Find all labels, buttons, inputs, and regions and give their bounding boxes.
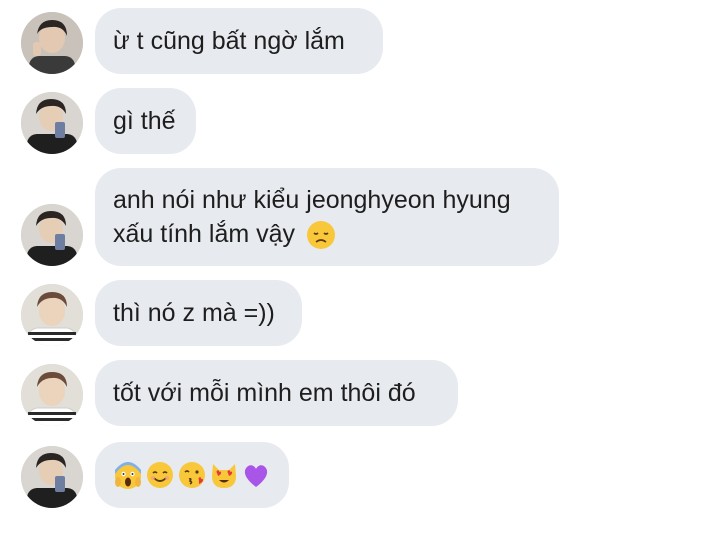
profile-photo-icon: [21, 92, 83, 154]
profile-photo-icon: [21, 284, 83, 346]
emoji-row: [113, 460, 271, 490]
profile-photo-icon: [21, 12, 83, 74]
avatar[interactable]: [21, 284, 83, 346]
message-bubble[interactable]: ừ t cũng bất ngờ lắm: [95, 8, 383, 74]
profile-photo-icon: [21, 204, 83, 266]
avatar[interactable]: [21, 446, 83, 508]
kissing-face-icon: [179, 462, 205, 488]
message-bubble[interactable]: gì thế: [95, 88, 196, 154]
heart-eyes-cat-icon: [212, 464, 236, 488]
avatar[interactable]: [21, 92, 83, 154]
avatar[interactable]: [21, 204, 83, 266]
smiling-face-icon: [147, 462, 173, 488]
profile-photo-icon: [21, 446, 83, 508]
message-text: xấu tính lắm vậy: [113, 220, 296, 248]
purple-heart-icon: [244, 465, 268, 487]
message-bubble[interactable]: thì nó z mà =)): [95, 280, 302, 346]
message-bubble[interactable]: tốt với mỗi mình em thôi đó: [95, 360, 458, 426]
message-text: thì nó z mà =)): [113, 299, 275, 327]
screaming-face-icon: [115, 462, 141, 489]
message-text: gì thế: [113, 107, 176, 135]
message-text: ừ t cũng bất ngờ lắm: [113, 27, 345, 55]
disappointed-face-icon: [306, 221, 335, 250]
message-text: tốt với mỗi mình em thôi đó: [113, 379, 416, 407]
avatar[interactable]: [21, 364, 83, 426]
message-line: anh nói như kiểu jeonghyeon hyung: [113, 186, 511, 214]
message-line: xấu tính lắm vậy: [113, 217, 336, 251]
avatar[interactable]: [21, 12, 83, 74]
message-bubble[interactable]: [95, 442, 289, 508]
profile-photo-icon: [21, 364, 83, 426]
message-bubble[interactable]: anh nói như kiểu jeonghyeon hyung xấu tí…: [95, 168, 559, 266]
